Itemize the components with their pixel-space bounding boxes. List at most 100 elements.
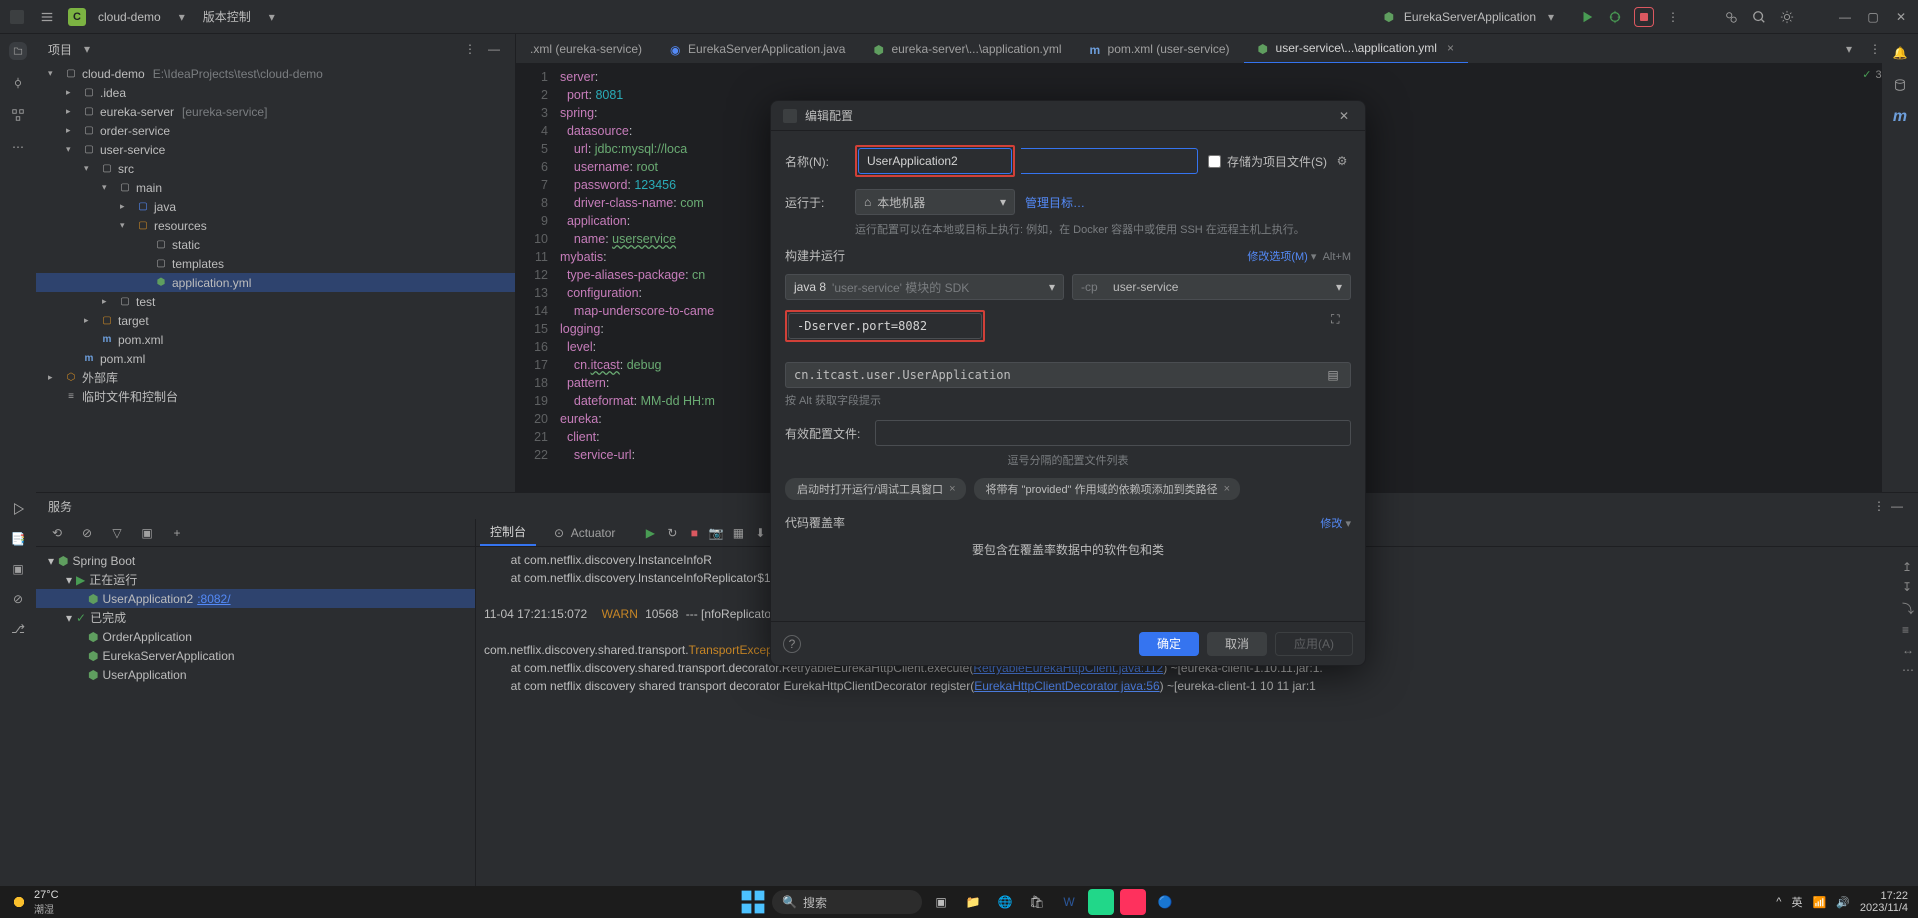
edge-icon[interactable]: 🌐 (992, 889, 1018, 915)
chip-open-tool-window[interactable]: 启动时打开运行/调试工具窗口× (785, 478, 966, 500)
bookmarks-tool-icon[interactable]: 📑 (9, 530, 27, 548)
run-config-selector[interactable]: ⬢ EurekaServerApplication ▾ (1372, 6, 1568, 28)
settings-icon[interactable] (1778, 8, 1796, 26)
run-on-hint: 运行配置可以在本地或目标上执行: 例如，在 Docker 容器中或使用 SSH … (855, 221, 1351, 237)
tab-pom-user: mpom.xml (user-service) (1076, 34, 1244, 64)
spring-leaf-icon: ⬢ (1380, 8, 1398, 26)
services-tool-icon[interactable] (9, 500, 27, 518)
collapse-icon[interactable]: ⋮ (461, 40, 479, 58)
titlebar: C cloud-demo ▾ 版本控制 ▾ ⬢ EurekaServerAppl… (0, 0, 1918, 34)
commit-tool-icon[interactable] (9, 74, 27, 92)
dialog-close-icon[interactable]: ✕ (1335, 107, 1353, 125)
main-menu-icon[interactable] (38, 8, 56, 26)
ime-icon[interactable]: 英 (1791, 894, 1802, 910)
services-toolbar[interactable]: ⟲ ⊘ ▽ ▣ + (36, 519, 475, 547)
dialog-titlebar[interactable]: 编辑配置 ✕ (771, 101, 1365, 131)
close-window-icon[interactable]: ✕ (1892, 8, 1910, 26)
dialog-footer: ? 确定 取消 应用(A) (771, 621, 1365, 665)
start-icon[interactable] (740, 889, 766, 915)
maven-icon[interactable]: m (1891, 108, 1909, 126)
main-class-input[interactable]: cn.itcast.user.UserApplication▤ (785, 362, 1351, 388)
task-view-icon[interactable]: ▣ (928, 889, 954, 915)
ok-button[interactable]: 确定 (1139, 632, 1199, 656)
pycharm-icon[interactable] (1088, 889, 1114, 915)
editor-tabs[interactable]: .xml (eureka-service) ◉EurekaServerAppli… (516, 34, 1918, 64)
svc-user-app2: ⬢UserApplication2 :8082/ (36, 589, 475, 608)
modify-coverage-link[interactable]: 修改 (1320, 518, 1342, 530)
modify-options-link[interactable]: 修改选项(M) (1247, 251, 1308, 263)
config-name-input[interactable] (858, 148, 1012, 174)
sdk-select[interactable]: java 8 'user-service' 模块的 SDK▾ (785, 274, 1064, 300)
chrome-icon[interactable]: 🔵 (1152, 889, 1178, 915)
services-tree[interactable]: ▾⬢Spring Boot ▾▶正在运行 ⬢UserApplication2 :… (36, 547, 475, 886)
explorer-icon[interactable]: 📁 (960, 889, 986, 915)
apply-button[interactable]: 应用(A) (1275, 632, 1353, 656)
hide-icon[interactable]: — (485, 40, 503, 58)
terminal-tool-icon[interactable]: ▣ (9, 560, 27, 578)
cancel-button[interactable]: 取消 (1207, 632, 1267, 656)
project-icon: C (68, 8, 86, 26)
debug-button[interactable] (1606, 8, 1624, 26)
tray-chevron-icon[interactable]: ^ (1776, 896, 1781, 908)
edit-config-dialog: 编辑配置 ✕ 名称(N): 存储为项目文件(S)⚙ 运行于: ⌂本地机器▾ 管理… (770, 100, 1366, 666)
intellij-icon[interactable] (1120, 889, 1146, 915)
taskbar-search[interactable]: 🔍搜索 (772, 890, 922, 914)
vm-options-input[interactable] (788, 313, 982, 339)
project-name[interactable]: cloud-demo (98, 10, 161, 24)
section-coverage: 代码覆盖率 (785, 514, 845, 531)
run-on-select[interactable]: ⌂本地机器▾ (855, 189, 1015, 215)
wifi-icon[interactable]: 📶 (1812, 896, 1826, 909)
search-icon[interactable] (1750, 8, 1768, 26)
manage-targets-link[interactable]: 管理目标… (1025, 194, 1085, 211)
clock[interactable]: 17:222023/11/4 (1860, 890, 1908, 914)
chip-remove-icon[interactable]: × (1224, 483, 1230, 495)
tab-console: 控制台 (480, 519, 536, 546)
chip-provided-scope[interactable]: 将带有 "provided" 作用域的依赖项添加到类路径× (974, 478, 1241, 500)
add-icon[interactable]: + (168, 524, 186, 542)
project-tool-icon[interactable] (9, 42, 27, 60)
git-tool-icon[interactable]: ⎇ (9, 620, 27, 638)
store-as-file-checkbox[interactable] (1208, 155, 1221, 168)
code-with-me-icon[interactable] (1722, 8, 1740, 26)
tab-user-yml: ⬢user-service\...\application.yml× (1244, 34, 1468, 64)
layout-icon[interactable]: ▣ (138, 524, 156, 542)
structure-tool-icon[interactable] (9, 106, 27, 124)
classpath-select[interactable]: -cp user-service▾ (1072, 274, 1351, 300)
stop-button[interactable] (1634, 7, 1654, 27)
tree-node-application-yml: ⬢application.yml (36, 273, 515, 292)
expand-icon[interactable]: ⛶ (1326, 310, 1344, 328)
vcs-menu[interactable]: 版本控制 (203, 8, 251, 25)
chip-remove-icon[interactable]: × (949, 483, 955, 495)
run-button[interactable] (1578, 8, 1596, 26)
rerun-icon[interactable]: ⟲ (48, 524, 66, 542)
tab-pom-eureka: .xml (eureka-service) (516, 34, 656, 64)
database-icon[interactable] (1891, 76, 1909, 94)
problems-tool-icon[interactable]: ⊘ (9, 590, 27, 608)
chevron-down-icon[interactable]: ▾ (263, 8, 281, 26)
dialog-title: 编辑配置 (805, 107, 853, 124)
close-tab-icon[interactable]: × (1447, 41, 1454, 55)
word-icon[interactable]: W (1056, 889, 1082, 915)
windows-taskbar[interactable]: 27°C潮湿 🔍搜索 ▣ 📁 🌐 🛍 W 🔵 ^ 英 📶 🔊 17:222023… (0, 886, 1918, 918)
tab-eureka-app: ◉EurekaServerApplication.java (656, 34, 859, 64)
weather-widget[interactable]: 27°C潮湿 (10, 889, 59, 916)
filter-icon[interactable]: ▽ (108, 524, 126, 542)
volume-icon[interactable]: 🔊 (1836, 896, 1850, 909)
label-name: 名称(N): (785, 153, 845, 170)
console-side-toolbar[interactable]: ↥↧⤵≡↔⋯ (1902, 560, 1914, 677)
gear-icon[interactable]: ⚙ (1333, 152, 1351, 170)
label-active-profiles: 有效配置文件: (785, 425, 865, 442)
help-icon[interactable]: ? (783, 635, 801, 653)
minimize-icon[interactable]: — (1836, 8, 1854, 26)
search-icon: 🔍 (782, 895, 797, 909)
active-profiles-input[interactable] (875, 420, 1351, 446)
more-tools-icon[interactable]: ⋯ (9, 138, 27, 156)
alt-hint: 按 Alt 获取字段提示 (785, 392, 1351, 408)
more-icon[interactable]: ⋮ (1664, 8, 1682, 26)
notifications-icon[interactable]: 🔔 (1891, 44, 1909, 62)
stop-icon[interactable]: ⊘ (78, 524, 96, 542)
maximize-icon[interactable]: ▢ (1864, 8, 1882, 26)
store-icon[interactable]: 🛍 (1024, 889, 1050, 915)
chevron-down-icon[interactable]: ▾ (173, 8, 191, 26)
dialog-logo-icon (783, 109, 797, 123)
